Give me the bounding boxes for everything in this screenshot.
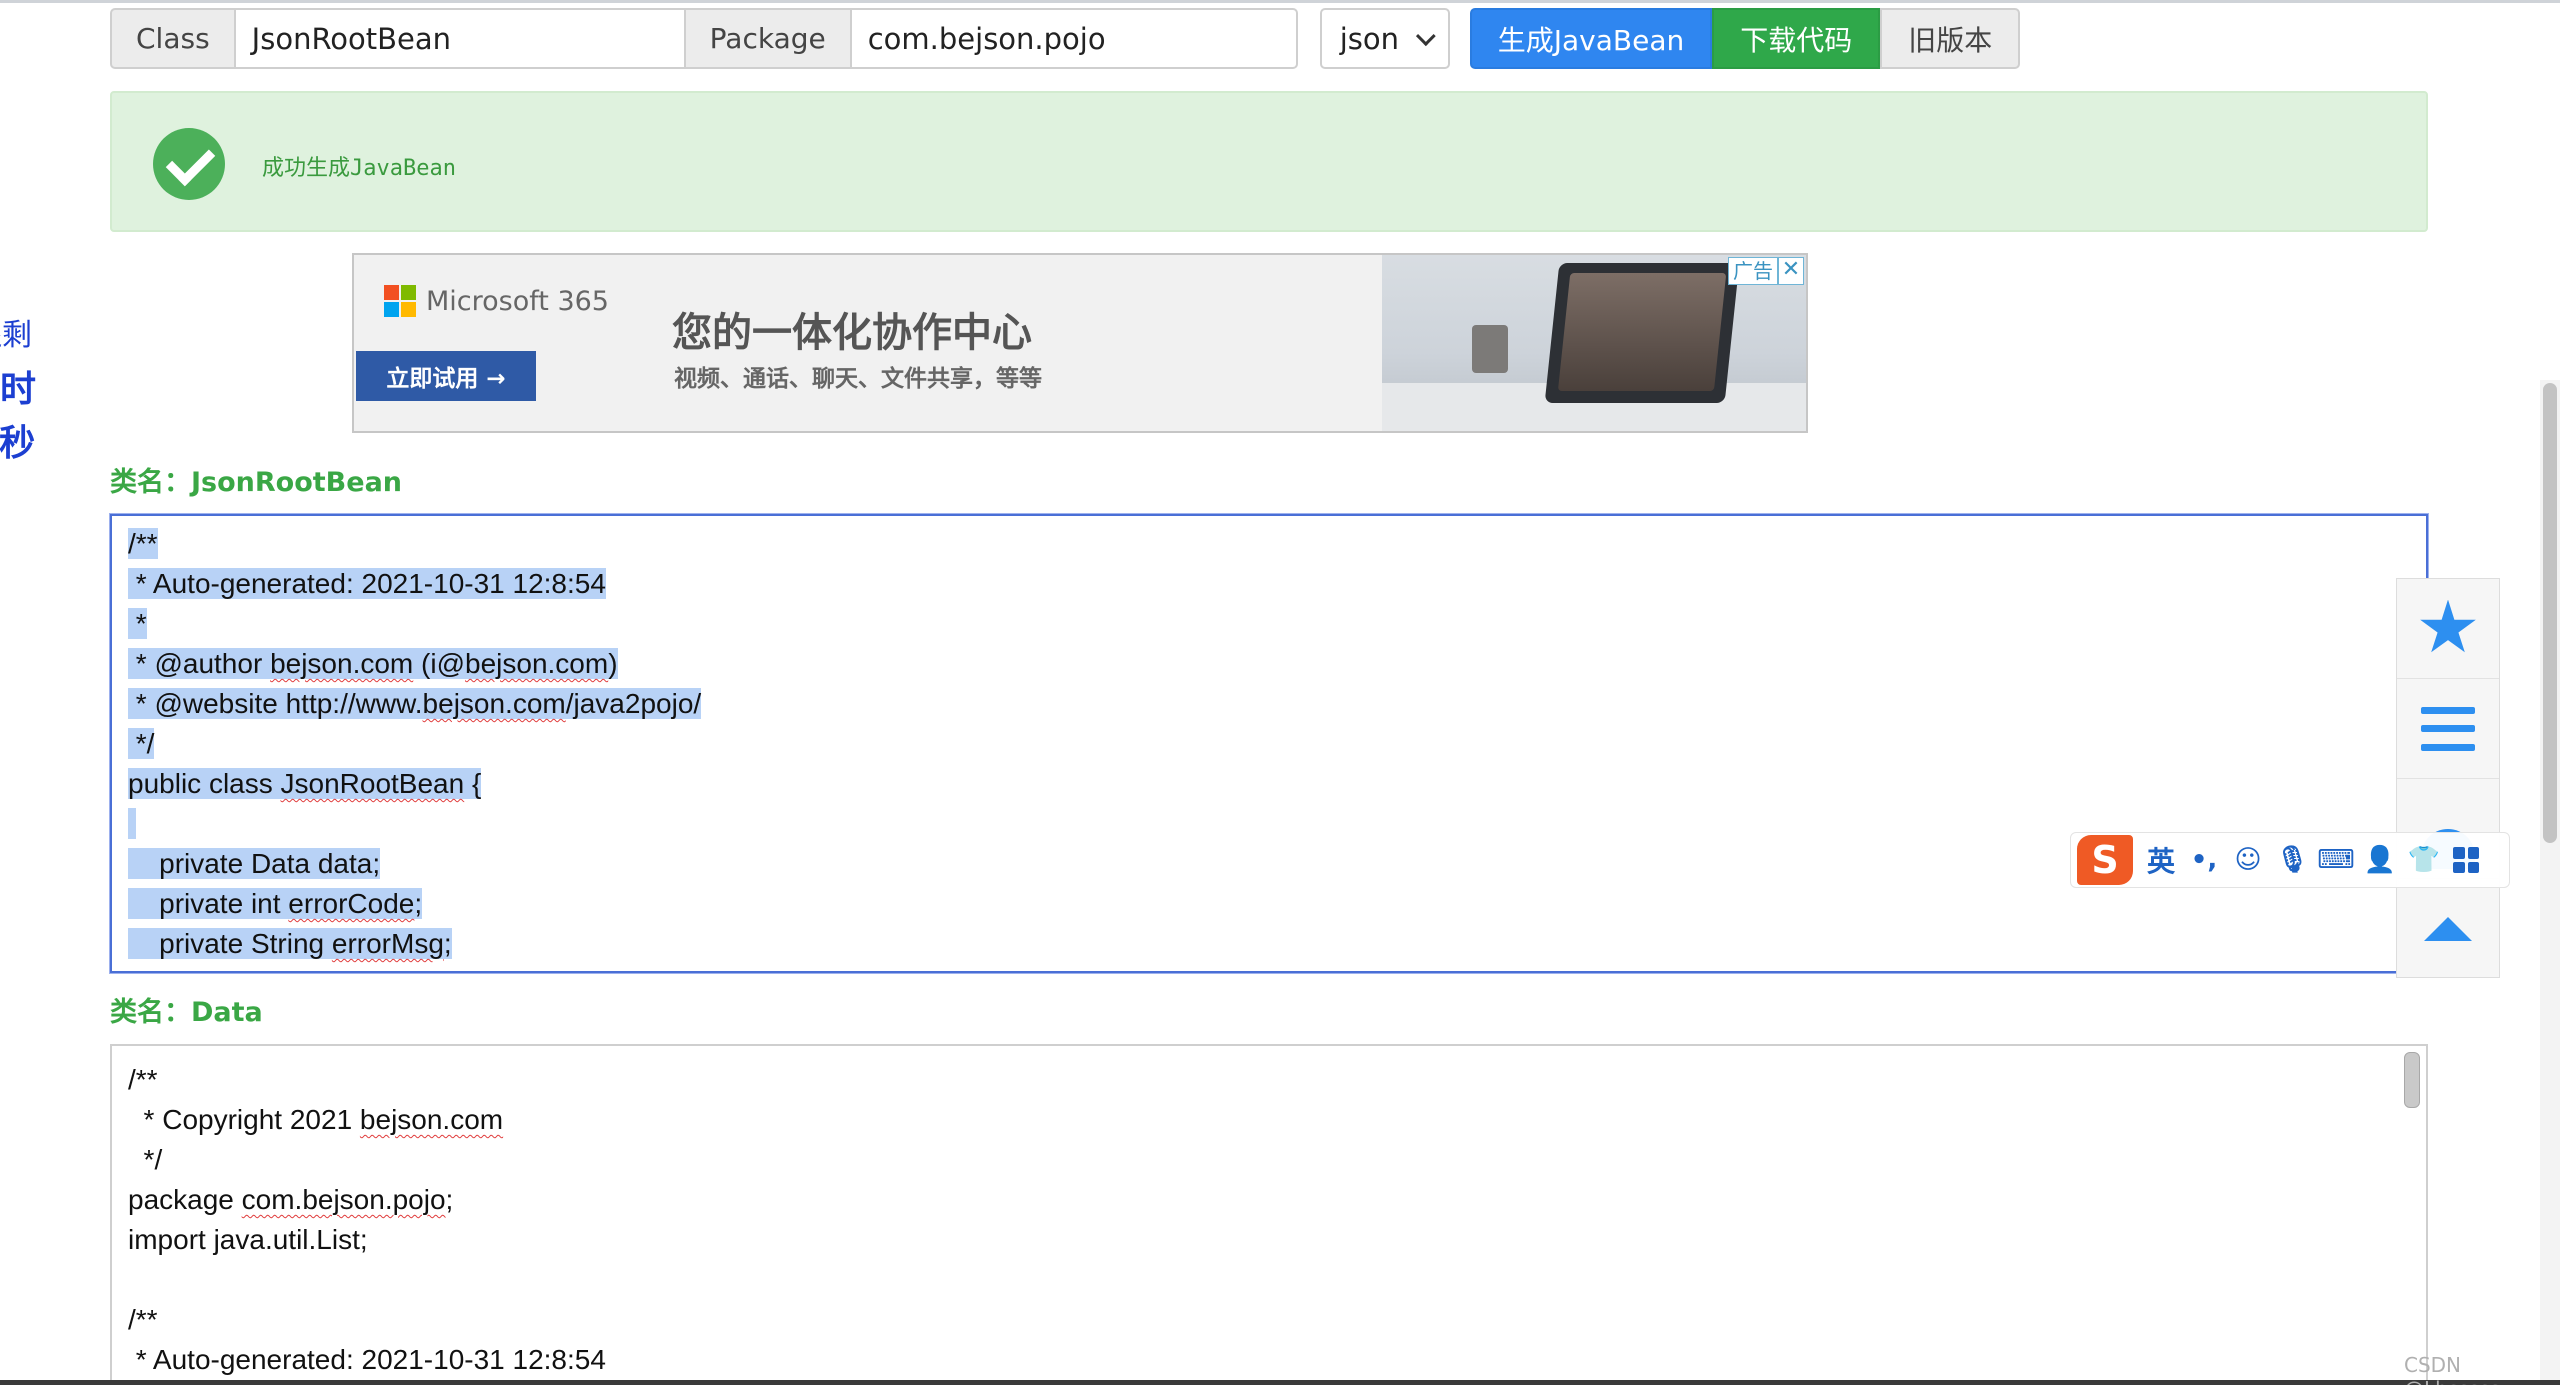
countdown-hours: 小时 xyxy=(0,369,37,410)
skin-icon[interactable]: 👕 xyxy=(2408,845,2440,875)
download-code-button[interactable]: 下载代码 xyxy=(1712,8,1881,69)
ad-headline: 您的一体化协作中心 xyxy=(672,310,1032,356)
action-buttons: 生成JavaBean 下载代码 旧版本 xyxy=(1469,8,2021,69)
format-select-value: json xyxy=(1339,21,1400,56)
code-line: * @author bejson.com (i@bejson.com) xyxy=(128,648,618,679)
code-data-content: /** * Copyright 2021 bejson.com */ packag… xyxy=(112,1046,2426,1380)
toolbox-icon[interactable] xyxy=(2453,847,2480,873)
code-line: /** xyxy=(128,1304,158,1335)
success-alert: 成功生成JavaBean xyxy=(110,91,2428,232)
back-to-top-button[interactable] xyxy=(2397,879,2499,979)
ad-banner[interactable]: Microsoft 365 立即试用 → 您的一体化协作中心 视频、通话、聊天、… xyxy=(352,253,1808,433)
ime-punctuation-toggle[interactable]: •, xyxy=(2189,845,2219,875)
favorite-button[interactable] xyxy=(2397,579,2499,679)
page-scrollbar-thumb[interactable] xyxy=(2543,383,2557,843)
menu-icon xyxy=(2421,706,2475,751)
code-root-content: /** * Auto-generated: 2021-10-31 12:8:54… xyxy=(112,516,2426,964)
code-textarea-data[interactable]: /** * Copyright 2021 bejson.com */ packag… xyxy=(110,1044,2428,1385)
star-icon xyxy=(2420,599,2476,653)
ad-try-button[interactable]: 立即试用 → xyxy=(356,351,536,401)
old-version-button[interactable]: 旧版本 xyxy=(1880,8,2021,69)
menu-button[interactable] xyxy=(2397,679,2499,779)
code-line: public class JsonRootBean { xyxy=(128,768,482,799)
laptop-image xyxy=(1544,263,1740,403)
check-icon xyxy=(153,128,225,200)
generate-javabean-button[interactable]: 生成JavaBean xyxy=(1469,8,1713,69)
toolbar: Class JsonRootBean Package com.bejson.po… xyxy=(110,8,2021,69)
section-title-root: 类名：JsonRootBean xyxy=(110,467,403,498)
chevron-down-icon xyxy=(1415,25,1436,46)
class-label: Class xyxy=(110,8,236,69)
countdown-label: 还剩 xyxy=(0,318,32,353)
countdown-seconds: /秒 xyxy=(0,423,36,464)
code-line: */ xyxy=(128,1144,163,1175)
ad-close-icon[interactable]: ✕ xyxy=(1778,257,1804,285)
ad-tag: 广告 xyxy=(1728,257,1778,285)
code-line: * Auto-generated: 2021-10-31 12:8:54 xyxy=(128,568,606,599)
code-line: import java.util.List; xyxy=(128,1224,368,1255)
ad-subline: 视频、通话、聊天、文件共享，等等 xyxy=(674,366,1042,392)
keyboard-icon[interactable]: ⌨ xyxy=(2317,845,2355,875)
sogou-logo-icon[interactable]: S xyxy=(2077,835,2133,885)
format-select[interactable]: json xyxy=(1319,8,1450,69)
code-line: private String errorMsg; xyxy=(128,928,452,959)
floating-toolbar xyxy=(2396,578,2500,978)
top-border xyxy=(0,0,2560,3)
emoji-icon[interactable]: ☺ xyxy=(2233,845,2263,875)
textarea-scrollbar[interactable] xyxy=(2404,1052,2420,1108)
code-line: /** xyxy=(128,1064,158,1095)
code-line: /** xyxy=(128,528,158,559)
ime-language-toggle[interactable]: 英 xyxy=(2147,840,2175,880)
class-input[interactable]: JsonRootBean xyxy=(235,8,684,69)
watermark: CSDN @Lbsssss xyxy=(2404,1353,2500,1385)
ime-toolbar[interactable]: S 英 •, ☺ 🎙 ⌨ 👤 👕 xyxy=(2070,832,2510,888)
mug-image xyxy=(1472,325,1508,373)
page: Class JsonRootBean Package com.bejson.po… xyxy=(0,0,2560,1385)
up-arrow-icon xyxy=(2424,917,2472,941)
success-message: 成功生成JavaBean xyxy=(262,156,456,181)
bottom-border xyxy=(0,1380,2560,1385)
ad-brand: Microsoft 365 xyxy=(426,285,609,317)
microphone-icon[interactable]: 🎙 xyxy=(2276,845,2309,875)
code-line: * Copyright 2021 bejson.com xyxy=(128,1104,504,1135)
code-line: private int errorCode; xyxy=(128,888,423,919)
code-textarea-root[interactable]: /** * Auto-generated: 2021-10-31 12:8:54… xyxy=(110,514,2428,973)
code-line: * @website http://www.bejson.com/java2po… xyxy=(128,688,702,719)
code-line: * Auto-generated: 2021-10-31 12:8:54 xyxy=(128,1344,606,1375)
package-label: Package xyxy=(683,8,852,69)
code-line: * xyxy=(128,608,147,639)
microsoft-logo: Microsoft 365 xyxy=(384,285,609,317)
microsoft-logo-icon xyxy=(384,285,416,317)
code-line: package com.bejson.pojo; xyxy=(128,1184,454,1215)
package-input[interactable]: com.bejson.pojo xyxy=(851,8,1298,69)
user-icon[interactable]: 👤 xyxy=(2364,845,2396,875)
section-title-data: 类名：Data xyxy=(110,997,263,1028)
code-line: */ xyxy=(128,728,155,759)
